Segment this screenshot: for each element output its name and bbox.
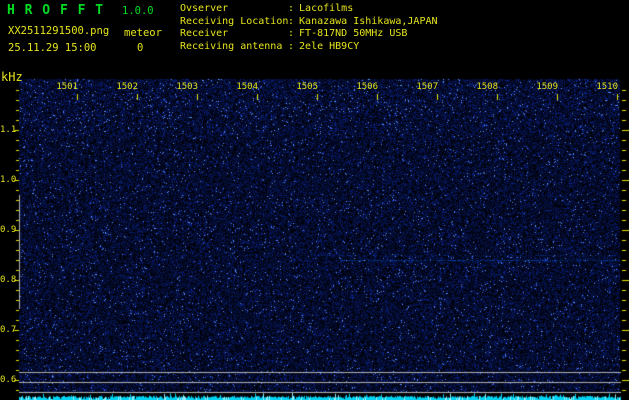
station-info-row: Receiving antenna:2ele HB9CY xyxy=(180,41,438,54)
spectrogram-canvas xyxy=(0,0,629,400)
info-separator: : xyxy=(288,40,295,52)
info-label: Ovserver xyxy=(180,3,229,14)
info-value: Lacofilms xyxy=(299,3,354,14)
station-info-row: Receiver: FT-817ND 50MHz USB xyxy=(180,28,438,41)
time-tick-label: 1509 xyxy=(536,82,558,92)
time-tick-label: 1503 xyxy=(176,82,198,92)
time-tick-label: 1510 xyxy=(596,82,618,92)
info-label: Receiving antenna xyxy=(180,40,283,52)
freq-axis-unit-label: kHz xyxy=(1,70,23,84)
meteor-counter-value: 0 xyxy=(137,42,144,54)
hrofft-window: H R O F F T 1.0.0 XX2511291500.png 25.11… xyxy=(0,0,629,400)
info-separator: : xyxy=(288,15,295,27)
time-tick-label: 1508 xyxy=(476,82,498,92)
time-tick-label: 1507 xyxy=(416,82,438,92)
app-title: H R O F F T xyxy=(7,3,105,18)
station-info-row: Ovserver: Lacofilms xyxy=(180,3,438,16)
freq-tick-label: 0.9 xyxy=(0,225,17,235)
observation-datetime: 25.11.29 15:00 xyxy=(8,42,97,54)
freq-tick-label: 0.7 xyxy=(0,325,17,335)
station-info-block: Ovserver: Lacofilms Receiving Location: Kan… xyxy=(180,3,438,53)
freq-tick-label: 1.1 xyxy=(0,125,17,135)
time-tick-label: 1502 xyxy=(116,82,138,92)
freq-tick-label: 0.6 xyxy=(0,375,17,385)
freq-tick-label: 1.0 xyxy=(0,175,17,185)
info-label: Receiving Location xyxy=(180,15,289,27)
app-version: 1.0.0 xyxy=(122,5,154,17)
freq-tick-label: 0.8 xyxy=(0,275,17,285)
info-separator: : xyxy=(288,28,295,40)
time-tick-label: 1506 xyxy=(356,82,378,92)
info-value: FT-817ND 50MHz USB xyxy=(299,28,408,40)
meteor-counter-label: meteor xyxy=(124,27,162,39)
output-filename: XX2511291500.png xyxy=(8,25,110,37)
time-tick-label: 1505 xyxy=(296,82,318,92)
info-separator: : xyxy=(288,3,295,14)
time-tick-label: 1501 xyxy=(56,82,78,92)
info-value: 2ele HB9CY xyxy=(299,40,360,52)
station-info-row: Receiving Location: Kanazawa Ishikawa,JAP… xyxy=(180,16,438,29)
info-value: Kanazawa Ishikawa,JAPAN xyxy=(299,15,438,27)
time-tick-label: 1504 xyxy=(236,82,258,92)
info-label: Receiver xyxy=(180,28,229,40)
